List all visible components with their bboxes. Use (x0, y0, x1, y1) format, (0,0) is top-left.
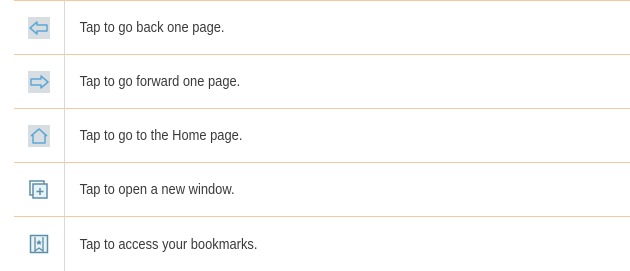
forward-arrow-icon (28, 70, 50, 93)
home-icon (28, 124, 50, 147)
icon-cell (14, 109, 65, 162)
row-description: Tap to access your bookmarks. (79, 235, 258, 253)
new-window-icon (28, 178, 50, 201)
table-row-back: Tap to go back one page. (14, 0, 630, 54)
row-description: Tap to open a new window. (79, 181, 235, 198)
table-row-bookmarks: Tap to access your bookmarks. (14, 216, 630, 271)
bookmark-icon (28, 233, 50, 255)
back-arrow-icon (28, 16, 50, 39)
row-description: Tap to go back one page. (79, 19, 225, 36)
row-description: Tap to go to the Home page. (79, 127, 243, 144)
row-description: Tap to go forward one page. (79, 73, 241, 90)
table-row-forward: Tap to go forward one page. (14, 54, 630, 108)
icon-cell (14, 1, 65, 54)
table-row-home: Tap to go to the Home page. (14, 108, 630, 162)
browser-icons-table: Tap to go back one page. Tap to go forwa… (14, 0, 630, 271)
icon-cell (14, 217, 65, 271)
icon-cell (14, 55, 65, 108)
icon-cell (14, 163, 65, 216)
table-row-new-window: Tap to open a new window. (14, 162, 630, 216)
